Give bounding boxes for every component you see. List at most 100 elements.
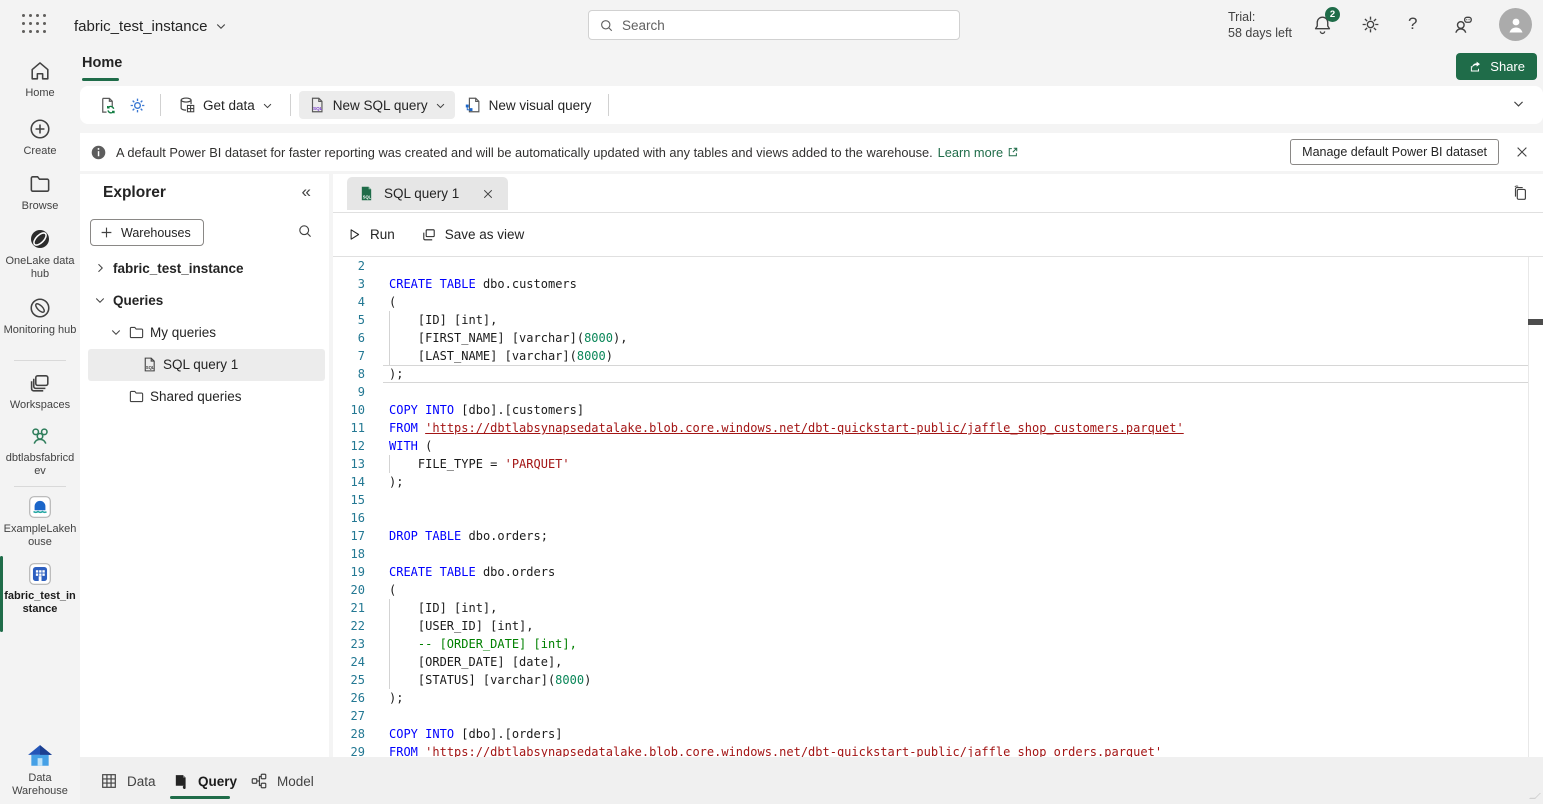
chevron-down-icon <box>262 100 273 111</box>
sql-code-area[interactable]: 23CREATE TABLE dbo.customers4(5 [ID] [in… <box>333 257 1543 757</box>
sidebar-item-monitoring-hub[interactable]: Monitoring hub <box>0 295 80 337</box>
line-content: CREATE TABLE dbo.customers <box>389 275 577 293</box>
code-line-13[interactable]: 13 FILE_TYPE = 'PARQUET' <box>333 455 1543 473</box>
line-content: ); <box>389 689 403 707</box>
collapse-panel-icon[interactable]: « <box>302 182 311 202</box>
code-line-15[interactable]: 15 <box>333 491 1543 509</box>
code-line-22[interactable]: 22 [USER_ID] [int], <box>333 617 1543 635</box>
add-warehouses-button[interactable]: Warehouses <box>90 219 204 246</box>
cursor-position-marker <box>1528 319 1543 325</box>
tree-item-shared-queries[interactable]: Shared queries <box>80 381 329 413</box>
code-line-23[interactable]: 23 -- [ORDER_DATE] [int], <box>333 635 1543 653</box>
sidebar-item-onelake-data-hub[interactable]: OneLake data hub <box>0 226 80 281</box>
line-content: [STATUS] [varchar](8000) <box>389 671 591 689</box>
copy-icon[interactable] <box>1511 184 1529 202</box>
sidebar-item-home[interactable]: Home <box>0 58 80 100</box>
editor-tab-strip: SQL SQL query 1 <box>333 174 1543 213</box>
new-visual-query-button[interactable]: New visual query <box>455 91 601 119</box>
tree-item-sql-query-1[interactable]: SQLSQL query 1 <box>88 349 325 381</box>
tab-query[interactable]: Query <box>172 766 237 796</box>
tab-model[interactable]: Model <box>250 766 314 796</box>
sql-editor-panel: SQL SQL query 1 Run Save as view 23CREAT… <box>333 174 1543 757</box>
code-line-4[interactable]: 4( <box>333 293 1543 311</box>
code-line-14[interactable]: 14); <box>333 473 1543 491</box>
toolbar-divider <box>160 94 161 116</box>
line-content: [LAST_NAME] [varchar](8000) <box>389 347 613 365</box>
code-line-12[interactable]: 12WITH ( <box>333 437 1543 455</box>
code-line-26[interactable]: 26); <box>333 689 1543 707</box>
sidebar-item-create[interactable]: Create <box>0 116 80 158</box>
close-tab-icon[interactable] <box>482 188 494 200</box>
tree-item-fabric-test-instance[interactable]: fabric_test_instance <box>80 253 329 285</box>
query-action-bar: Run Save as view <box>333 213 1543 257</box>
editor-overview-ruler[interactable] <box>1528 257 1543 757</box>
manage-default-dataset-button[interactable]: Manage default Power BI dataset <box>1290 139 1499 165</box>
code-line-5[interactable]: 5 [ID] [int], <box>333 311 1543 329</box>
feedback-icon[interactable] <box>1452 14 1474 36</box>
workspace-switcher[interactable]: fabric_test_instance <box>74 14 227 38</box>
run-button[interactable]: Run <box>347 227 395 242</box>
share-icon <box>1468 59 1483 74</box>
code-line-21[interactable]: 21 [ID] [int], <box>333 599 1543 617</box>
code-line-28[interactable]: 28COPY INTO [dbo].[orders] <box>333 725 1543 743</box>
code-line-8[interactable]: 8); <box>333 365 1543 383</box>
code-line-16[interactable]: 16 <box>333 509 1543 527</box>
tree-item-queries[interactable]: Queries <box>80 285 329 317</box>
user-avatar[interactable] <box>1499 8 1532 41</box>
tab-home[interactable]: Home <box>82 55 122 71</box>
resize-grip[interactable] <box>1529 793 1541 799</box>
query-tab[interactable]: SQL SQL query 1 <box>347 177 508 210</box>
code-line-25[interactable]: 25 [STATUS] [varchar](8000) <box>333 671 1543 689</box>
workspace-name: fabric_test_instance <box>74 18 207 35</box>
search-input[interactable]: Search <box>588 10 960 40</box>
view-switcher-bar: Data Query Model <box>80 757 1543 804</box>
sidebar-item-dbtlabsfabricdev[interactable]: dbtlabsfabricdev <box>0 423 80 478</box>
line-number: 5 <box>333 311 365 329</box>
learn-more-link[interactable]: Learn more <box>938 145 1019 160</box>
line-content: ); <box>389 365 403 383</box>
code-line-27[interactable]: 27 <box>333 707 1543 725</box>
code-line-7[interactable]: 7 [LAST_NAME] [varchar](8000) <box>333 347 1543 365</box>
chevron-down-icon[interactable] <box>94 294 106 306</box>
line-number: 15 <box>333 491 365 509</box>
explorer-search-icon[interactable] <box>297 223 313 239</box>
sidebar-item-workspaces[interactable]: Workspaces <box>0 370 80 412</box>
get-data-button[interactable]: Get data <box>169 91 282 119</box>
tab-data[interactable]: Data <box>100 766 156 796</box>
help-icon[interactable]: ? <box>1408 14 1430 36</box>
refresh-dataset-icon[interactable] <box>92 91 122 119</box>
code-line-19[interactable]: 19CREATE TABLE dbo.orders <box>333 563 1543 581</box>
settings-icon[interactable] <box>122 91 152 119</box>
sidebar-item-fabric-test-instance[interactable]: fabric_test_instance <box>0 561 80 616</box>
explorer-tree: fabric_test_instanceQueriesMy queriesSQL… <box>80 253 329 413</box>
onelake-icon <box>27 226 53 252</box>
code-line-20[interactable]: 20( <box>333 581 1543 599</box>
banner-close-icon[interactable] <box>1515 145 1529 159</box>
sidebar-item-browse[interactable]: Browse <box>0 171 80 213</box>
code-line-17[interactable]: 17DROP TABLE dbo.orders; <box>333 527 1543 545</box>
sidebar-item-examplelakehouse[interactable]: ExampleLakehouse <box>0 494 80 549</box>
code-line-24[interactable]: 24 [ORDER_DATE] [date], <box>333 653 1543 671</box>
settings-gear-icon[interactable] <box>1360 14 1382 36</box>
line-number: 18 <box>333 545 365 563</box>
code-line-6[interactable]: 6 [FIRST_NAME] [varchar](8000), <box>333 329 1543 347</box>
toolbar-divider <box>290 94 291 116</box>
code-line-29[interactable]: 29FROM 'https://dbtlabsynapsedatalake.bl… <box>333 743 1543 757</box>
active-item-indicator <box>0 556 3 632</box>
toolbar-collapse-chevron[interactable] <box>1512 97 1525 110</box>
chevron-right-icon[interactable] <box>94 262 106 274</box>
app-launcher-icon[interactable] <box>22 14 48 36</box>
line-number: 27 <box>333 707 365 725</box>
code-line-10[interactable]: 10COPY INTO [dbo].[customers] <box>333 401 1543 419</box>
code-line-3[interactable]: 3CREATE TABLE dbo.customers <box>333 275 1543 293</box>
code-line-18[interactable]: 18 <box>333 545 1543 563</box>
share-button[interactable]: Share <box>1456 53 1537 80</box>
code-line-2[interactable]: 2 <box>333 257 1543 275</box>
tree-item-my-queries[interactable]: My queries <box>80 317 329 349</box>
sidebar-item-data-warehouse[interactable]: Data Warehouse <box>0 743 80 798</box>
save-as-view-button[interactable]: Save as view <box>421 227 525 243</box>
code-line-11[interactable]: 11FROM 'https://dbtlabsynapsedatalake.bl… <box>333 419 1543 437</box>
new-sql-query-button[interactable]: SQL New SQL query <box>299 91 455 119</box>
chevron-down-icon[interactable] <box>110 326 122 338</box>
code-line-9[interactable]: 9 <box>333 383 1543 401</box>
